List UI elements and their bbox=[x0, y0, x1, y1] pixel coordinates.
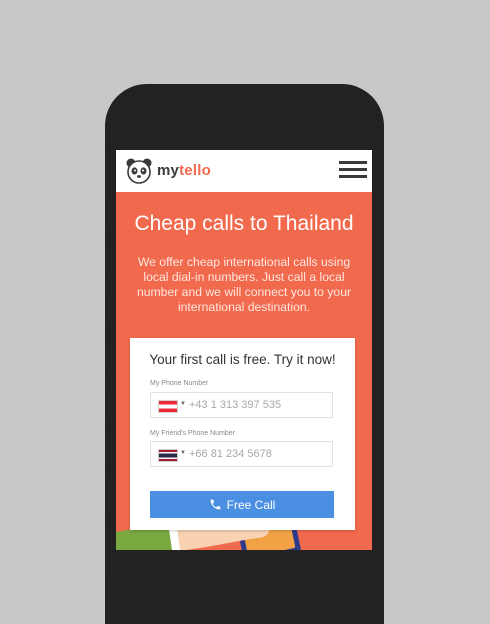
phone-icon bbox=[210, 499, 221, 509]
menu-bar bbox=[339, 175, 367, 178]
chevron-down-icon[interactable]: ▼ bbox=[180, 401, 186, 407]
hero-description: We offer cheap international calls using… bbox=[136, 255, 352, 314]
friend-phone-label: My Friend's Phone Number bbox=[150, 430, 235, 437]
site-header: mytello bbox=[116, 150, 372, 192]
phone-mockup: mytello Cheap calls to Thailand We offer… bbox=[105, 84, 384, 624]
phone-screen: mytello Cheap calls to Thailand We offer… bbox=[116, 150, 372, 550]
hero-title: Cheap calls to Thailand bbox=[134, 212, 354, 235]
free-call-label: Free Call bbox=[226, 497, 276, 512]
brand-part-my: my bbox=[157, 162, 180, 179]
friend-phone-input[interactable] bbox=[189, 446, 329, 462]
austria-flag-icon[interactable] bbox=[158, 400, 178, 413]
chevron-down-icon[interactable]: ▼ bbox=[180, 450, 186, 456]
my-phone-input[interactable] bbox=[189, 397, 329, 413]
panda-logo-icon[interactable] bbox=[126, 158, 152, 184]
brand-part-tello: tello bbox=[179, 162, 211, 179]
thailand-flag-icon[interactable] bbox=[158, 449, 178, 462]
menu-bar bbox=[339, 161, 367, 164]
menu-bar bbox=[339, 168, 367, 171]
my-phone-label: My Phone Number bbox=[150, 380, 209, 387]
form-title: Your first call is free. Try it now! bbox=[149, 352, 336, 367]
free-call-button[interactable]: Free Call bbox=[150, 491, 334, 518]
hamburger-menu-icon[interactable] bbox=[339, 161, 367, 179]
brand-name[interactable]: mytello bbox=[157, 162, 211, 179]
my-phone-field: ▼ bbox=[150, 392, 333, 418]
friend-phone-field: ▼ bbox=[150, 441, 333, 467]
free-call-form: Your first call is free. Try it now! My … bbox=[130, 338, 355, 530]
